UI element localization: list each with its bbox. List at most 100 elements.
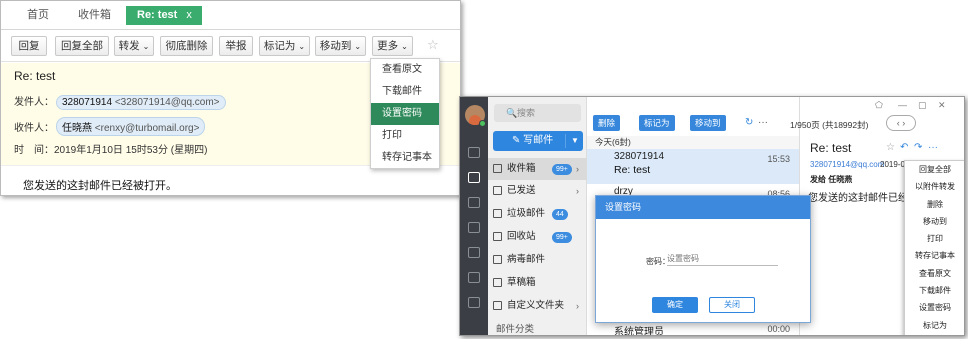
mark-as-button[interactable]: 标记为 <box>639 115 675 131</box>
folder-sidebar: 🔍 搜索 ✎ 写邮件 ▼ 收件箱 99+ › 已发送 › 垃圾邮件 44 回收站 99+ 病毒… <box>488 97 587 335</box>
webmail-window: 首页 收件箱 Re: test x 回复 回复全部 转发 ⌄ 彻底删除 举报 标记为… <box>0 0 461 196</box>
forward-label: 转发 <box>118 40 140 52</box>
folder-label: 回收站 <box>507 231 536 242</box>
move-to-button[interactable]: 移动到 ⌄ <box>315 36 366 56</box>
set-password-dialog: 设置密码 密码： 确定 关闭 <box>595 195 811 323</box>
tab-inbox[interactable]: 收件箱 <box>78 1 111 30</box>
more-icon[interactable]: ··· <box>928 142 938 153</box>
move-to-button[interactable]: 移动到 <box>690 115 726 131</box>
reading-sender[interactable]: 328071914@qq.com <box>810 160 884 169</box>
mark-as-button[interactable]: 标记为 ⌄ <box>259 36 310 56</box>
list-item[interactable]: 328071914 Re: test 15:53 <box>587 149 799 184</box>
context-menu: 回复全部 以附件转发 删除 移动到 打印 转存记事本 查看原文 下载邮件 设置密… <box>904 160 964 335</box>
forward-icon[interactable]: ↷ <box>914 142 922 153</box>
menu-item-mark-as[interactable]: 标记为 <box>905 317 964 334</box>
notes-icon[interactable] <box>468 247 480 258</box>
folder-trash[interactable]: 回收站 99+ <box>488 226 587 248</box>
chevron-down-icon: ⌄ <box>142 42 150 51</box>
menu-item-view-source[interactable]: 查看原文 <box>905 265 964 282</box>
ok-button[interactable]: 确定 <box>652 297 698 313</box>
date-group-header[interactable]: 今天(6封) <box>587 136 799 149</box>
chevron-right-icon: › <box>576 301 579 311</box>
folder-categories[interactable]: 邮件分类 <box>488 319 587 335</box>
menu-item-set-password[interactable]: 设置密码 <box>905 299 964 316</box>
tab-current-mail[interactable]: Re: test x <box>126 6 202 25</box>
folder-sent[interactable]: 已发送 › <box>488 180 587 202</box>
menu-item-view-source[interactable]: 查看原文 <box>371 59 439 81</box>
move-to-label: 移动到 <box>319 40 352 52</box>
unread-badge: 99+ <box>552 232 572 243</box>
app-rail <box>460 97 488 335</box>
list-item[interactable]: 系统管理员 00:00 <box>587 323 799 335</box>
bell-icon[interactable] <box>468 297 480 308</box>
folder-virus[interactable]: 病毒邮件 <box>488 249 587 271</box>
menu-item-print[interactable]: 打印 <box>905 230 964 247</box>
sender-label: 发件人： <box>14 97 54 108</box>
password-input[interactable] <box>667 252 778 266</box>
folder-spam[interactable]: 垃圾邮件 44 <box>488 203 587 225</box>
search-icon: 🔍 <box>506 108 518 118</box>
folder-icon <box>493 301 502 310</box>
menu-item-download[interactable]: 下载邮件 <box>371 81 439 103</box>
chat-icon[interactable] <box>468 147 480 158</box>
maximize-icon[interactable]: ▢ <box>918 100 927 111</box>
compose-button[interactable]: ✎ 写邮件 ▼ <box>493 131 583 151</box>
compose-label: 写邮件 <box>523 135 554 146</box>
report-button[interactable]: 举报 <box>219 36 253 56</box>
search-input[interactable]: 🔍 搜索 <box>494 104 581 122</box>
reply-all-button[interactable]: 回复全部 <box>55 36 109 56</box>
recipient-label: 收件人： <box>14 123 54 134</box>
mail-icon[interactable] <box>468 172 480 183</box>
folder-drafts[interactable]: 草稿箱 <box>488 272 587 294</box>
close-button[interactable]: 关闭 <box>709 297 755 313</box>
menu-item-delete[interactable]: 删除 <box>905 196 964 213</box>
folder-custom[interactable]: 自定义文件夹 › <box>488 295 587 317</box>
calendar-icon[interactable] <box>468 272 480 283</box>
chevron-down-icon[interactable]: ▼ <box>571 131 579 151</box>
recipient-email: <renxy@turbomail.org> <box>94 123 200 134</box>
message-subject: Re: test <box>614 164 651 176</box>
recipient-chip[interactable]: 任晓燕 <renxy@turbomail.org> <box>56 117 206 136</box>
time-row: 时 间：2019年1月10日 15时53分 (星期四) <box>14 145 208 156</box>
refresh-icon[interactable]: ↻ <box>745 115 753 131</box>
sender-name: 328071914 <box>62 97 113 108</box>
menu-item-save-note[interactable]: 转存记事本 <box>905 247 964 264</box>
reply-icon[interactable]: ↶ <box>900 142 908 153</box>
menu-item-print[interactable]: 打印 <box>371 125 439 147</box>
menu-item-move-to[interactable]: 移动到 <box>905 213 964 230</box>
trash-icon <box>493 232 502 241</box>
forward-button[interactable]: 转发 ⌄ <box>114 36 154 56</box>
delete-button[interactable]: 删除 <box>593 115 621 131</box>
menu-item-save-note[interactable]: 转存记事本 <box>371 147 439 169</box>
folder-inbox[interactable]: 收件箱 99+ › <box>488 158 587 180</box>
minimize-icon[interactable]: — <box>898 100 907 110</box>
reply-button[interactable]: 回复 <box>11 36 47 56</box>
reading-subject: Re: test <box>810 141 852 155</box>
contacts-icon[interactable] <box>468 222 480 233</box>
star-icon[interactable]: ☆ <box>427 37 439 53</box>
close-icon[interactable]: ✕ <box>938 100 946 111</box>
sent-icon <box>493 186 502 195</box>
chevron-down-icon: ⌄ <box>401 42 408 51</box>
folder-label: 自定义文件夹 <box>507 300 565 311</box>
more-label: 更多 <box>377 40 399 52</box>
close-icon[interactable]: x <box>186 9 192 21</box>
delete-permanently-button[interactable]: 彻底删除 <box>160 36 213 56</box>
menu-item-set-password[interactable]: 设置密码 <box>371 103 439 125</box>
menu-item-reply-all[interactable]: 回复全部 <box>905 161 964 178</box>
pager-arrows[interactable]: ‹ › <box>886 115 916 131</box>
sender-chip[interactable]: 328071914 <328071914@qq.com> <box>56 95 226 110</box>
tab-home[interactable]: 首页 <box>27 1 49 30</box>
menu-item-forward-attachment[interactable]: 以附件转发 <box>905 178 964 195</box>
mail-subject: Re: test <box>14 69 56 83</box>
chevron-down-icon: ⌄ <box>298 42 306 51</box>
more-button[interactable]: 更多 ⌄ <box>372 36 413 56</box>
star-icon[interactable]: ☆ <box>886 142 895 153</box>
menu-item-download[interactable]: 下载邮件 <box>905 282 964 299</box>
tab-current-label: Re: test <box>137 9 178 21</box>
more-icon[interactable]: ··· <box>758 115 768 131</box>
unread-badge: 99+ <box>552 164 572 175</box>
cloud-icon[interactable] <box>468 197 480 208</box>
pin-icon[interactable]: ⬠ <box>875 100 883 111</box>
mark-as-label: 标记为 <box>263 40 296 52</box>
